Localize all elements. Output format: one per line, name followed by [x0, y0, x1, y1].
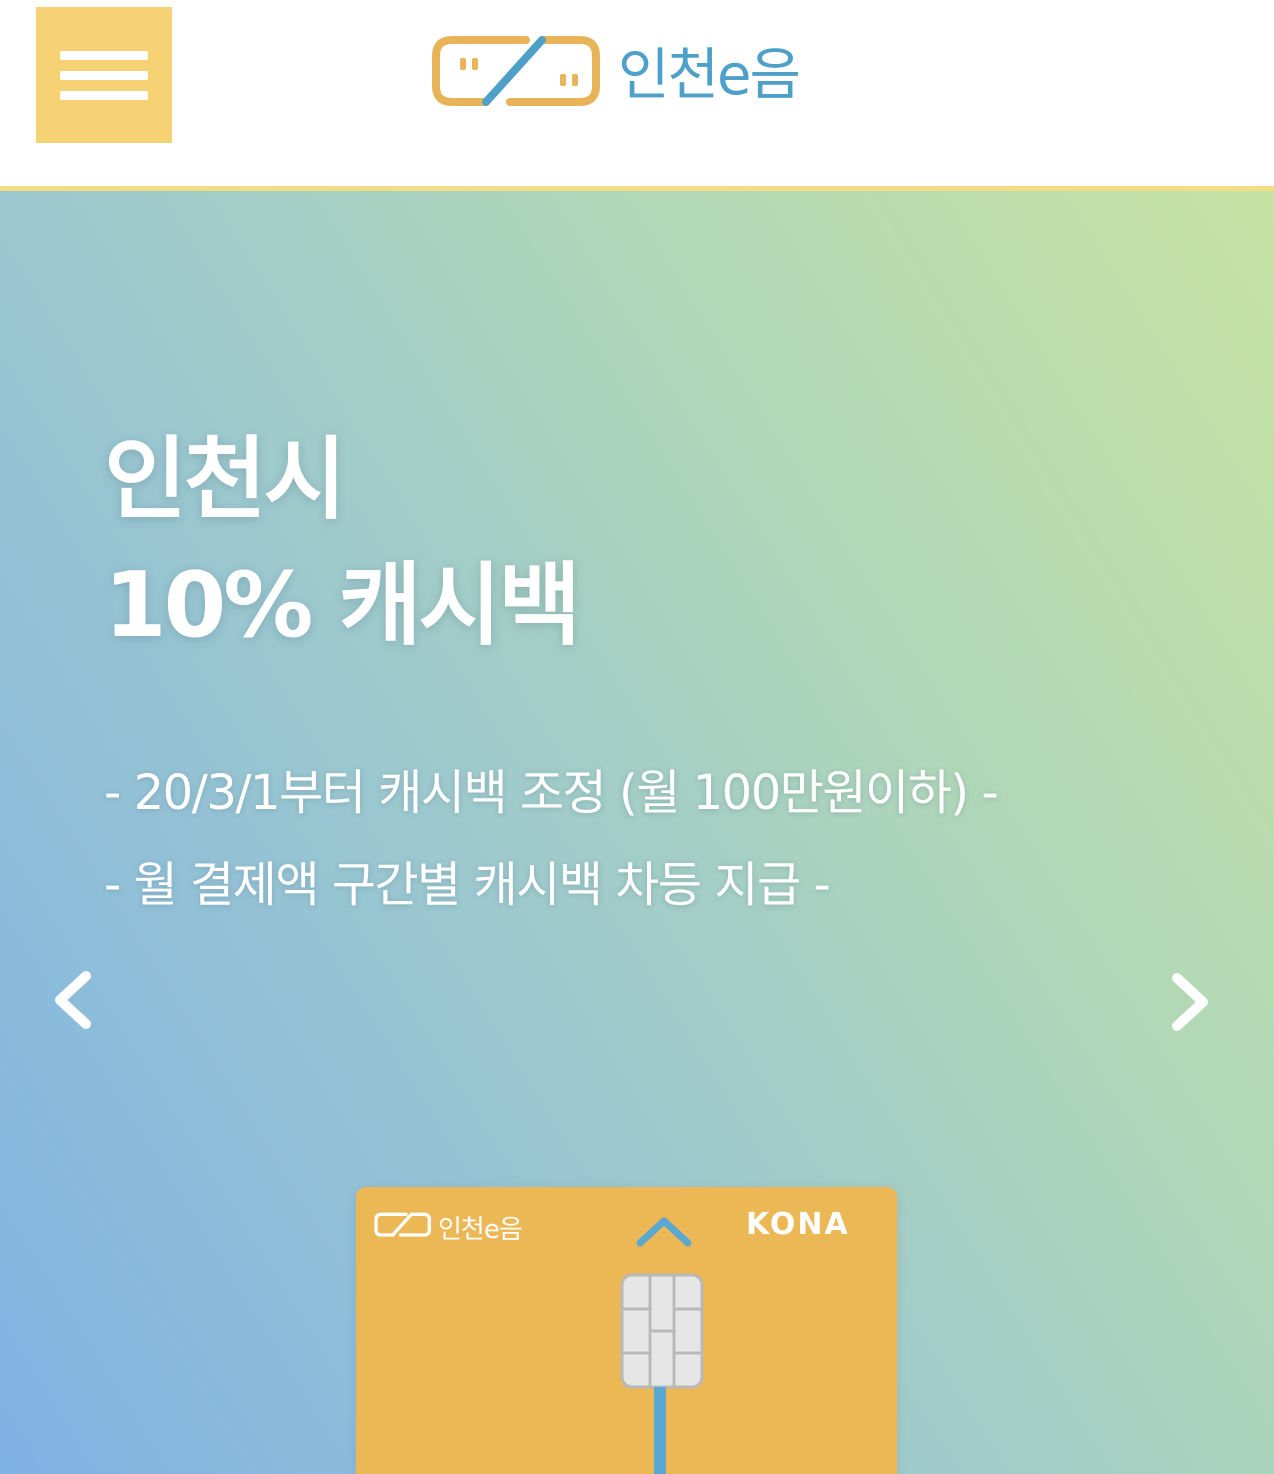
card-logo: 인천e음: [374, 1207, 544, 1247]
banner-subtitle-line-2: - 월 결제액 구간별 캐시백 차등 지급 -: [104, 857, 831, 913]
card-stripe: [654, 1387, 666, 1474]
brand-logo[interactable]: 인천e음: [430, 22, 840, 122]
banner-subtitle-line-1: - 20/3/1부터 캐시백 조정 (월 100만원이하) -: [104, 765, 999, 821]
card-brand-name: KONA: [746, 1207, 850, 1242]
next-slide-button[interactable]: [1155, 966, 1225, 1036]
link-logo-icon: [432, 36, 600, 106]
card-chip-icon: [620, 1273, 704, 1389]
banner-title: 인천시 10% 캐시백: [104, 417, 581, 669]
banner-subtitle: - 20/3/1부터 캐시백 조정 (월 100만원이하) - - 월 결제액 …: [104, 747, 999, 931]
app-header: 인천e음: [0, 0, 1274, 191]
banner-title-line-1: 인천시: [104, 427, 346, 532]
promo-banner: 인천시 10% 캐시백 - 20/3/1부터 캐시백 조정 (월 100만원이하…: [0, 191, 1274, 1474]
card-logo-icon: [374, 1212, 431, 1237]
page: 인천e음 인천시 10% 캐시백 - 20/3/1부터 캐시백 조정 (월 10…: [0, 0, 1274, 1474]
menu-button[interactable]: [36, 7, 172, 143]
banner-title-line-2: 10% 캐시백: [104, 553, 581, 658]
chevron-up-icon: [636, 1217, 692, 1247]
brand-name: 인천e음: [618, 43, 801, 108]
chevron-right-icon: [1172, 973, 1208, 1031]
card-logo-text: 인천e음: [438, 1215, 523, 1245]
chevron-left-icon: [55, 971, 91, 1029]
card-image: 인천e음 KONA: [356, 1187, 897, 1474]
previous-slide-button[interactable]: [38, 964, 108, 1034]
